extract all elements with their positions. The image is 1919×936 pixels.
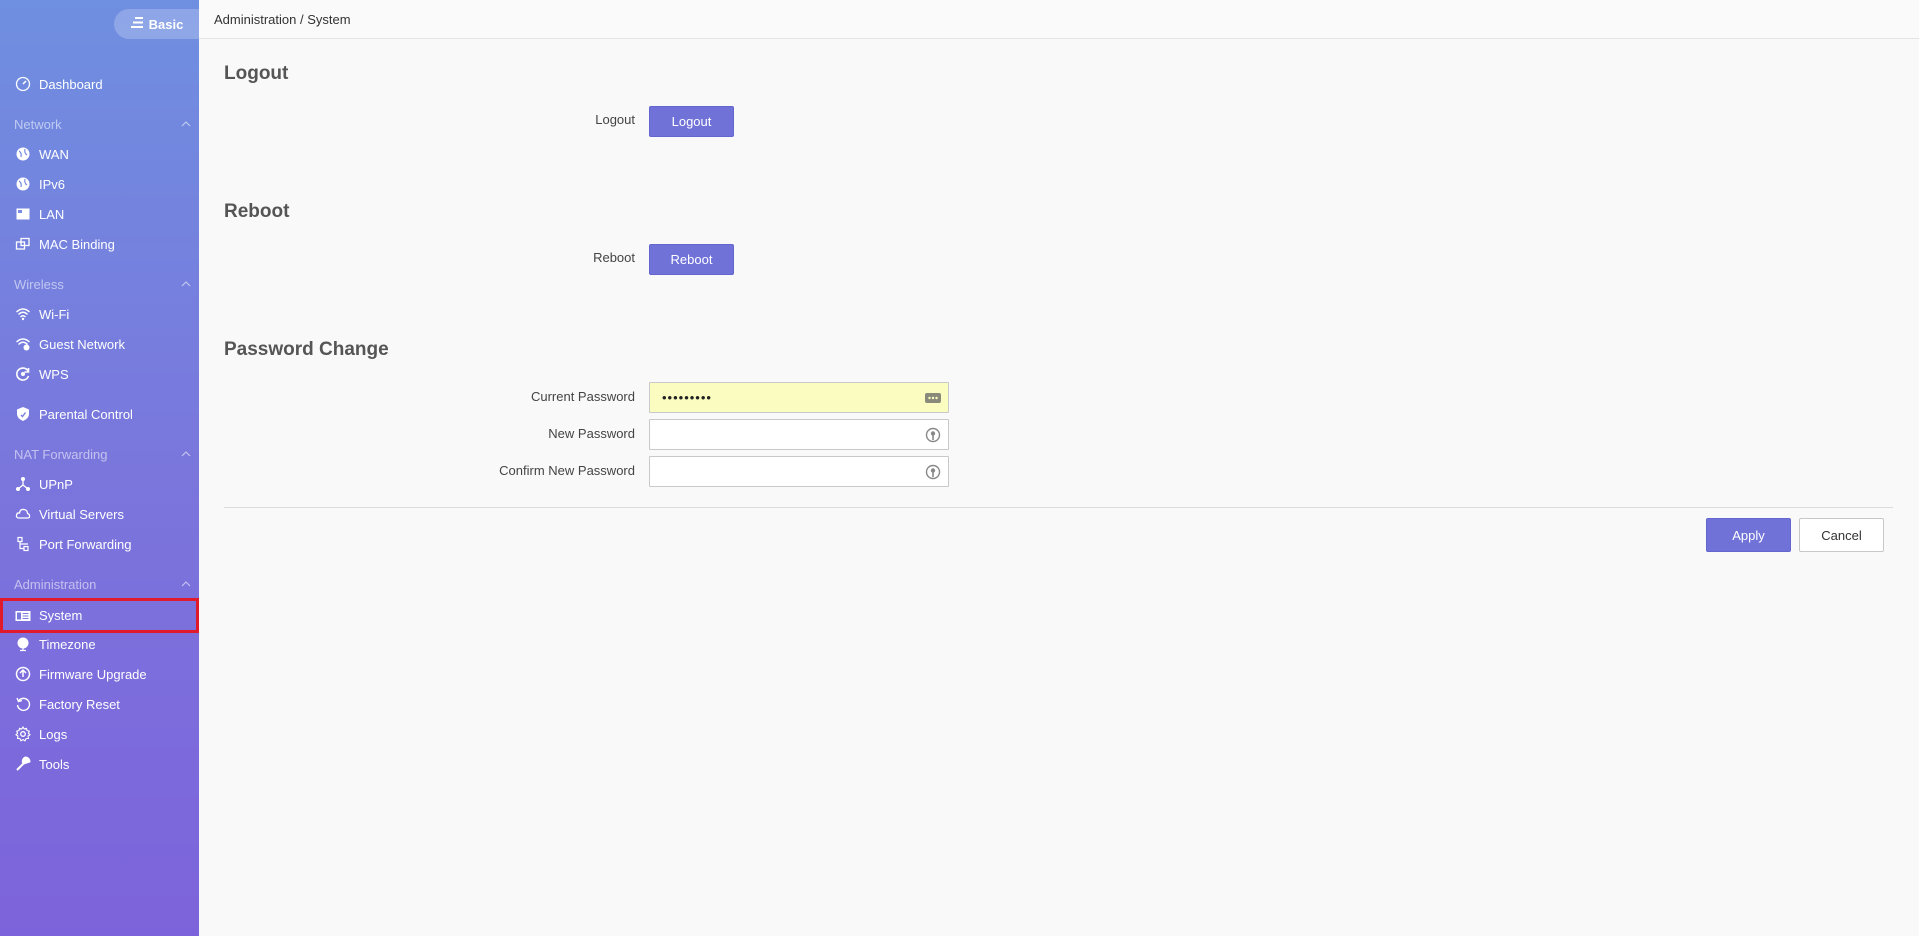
globe-stand-icon [14, 635, 32, 653]
sidebar-item-timezone[interactable]: Timezone [0, 631, 199, 657]
sidebar-item-label: Guest Network [39, 336, 125, 352]
sidebar-item-upnp[interactable]: UPnP [0, 471, 199, 497]
basic-mode-toggle[interactable]: Basic [114, 9, 200, 39]
sidebar-item-wps[interactable]: WPS [0, 361, 199, 387]
upnp-icon [14, 475, 32, 493]
key-icon[interactable] [924, 463, 942, 481]
new-password-field[interactable] [649, 419, 949, 450]
sidebar-item-port-forwarding[interactable]: Port Forwarding [0, 531, 199, 557]
key-icon[interactable] [924, 426, 942, 444]
section-wireless[interactable]: Wireless [0, 274, 199, 294]
sidebar-item-factory-reset[interactable]: Factory Reset [0, 691, 199, 717]
sidebar-item-label: UPnP [39, 476, 73, 492]
reboot-button[interactable]: Reboot [649, 244, 734, 275]
sidebar-item-label: IPv6 [39, 176, 66, 192]
sidebar-item-label: Dashboard [39, 76, 103, 92]
new-password-label: New Password [548, 426, 635, 441]
section-label: Network [14, 116, 62, 132]
wps-icon [14, 365, 32, 383]
password-manager-icon[interactable] [924, 389, 942, 407]
apply-button[interactable]: Apply [1706, 518, 1791, 552]
section-label: NAT Forwarding [14, 446, 108, 462]
sidebar-item-wifi[interactable]: Wi-Fi [0, 301, 199, 327]
sidebar-item-label: LAN [39, 206, 65, 222]
mode-label: Basic [148, 16, 184, 32]
sidebar: Basic Dashboard Network WAN IPv6 LAN MAC… [0, 0, 200, 936]
sidebar-item-label: Parental Control [39, 406, 133, 422]
logout-button[interactable]: Logout [649, 106, 734, 137]
divider [224, 507, 1893, 508]
system-icon [14, 607, 32, 625]
section-administration[interactable]: Administration [0, 574, 199, 594]
sidebar-item-firmware-upgrade[interactable]: Firmware Upgrade [0, 661, 199, 687]
sidebar-item-mac-binding[interactable]: MAC Binding [0, 231, 199, 257]
chevron-up-icon [181, 121, 191, 127]
firmware-upgrade-icon [14, 665, 32, 683]
mac-binding-icon [14, 235, 32, 253]
breadcrumb: Administration / System [214, 11, 351, 27]
sidebar-item-label: WAN [39, 146, 69, 162]
wrench-icon [14, 755, 32, 773]
sidebar-item-label: WPS [39, 366, 69, 382]
sidebar-item-label: Wi-Fi [39, 306, 70, 322]
port-forwarding-icon [14, 535, 32, 553]
gear-icon [14, 725, 32, 743]
guest-wifi-icon [14, 335, 32, 353]
sidebar-item-label: MAC Binding [39, 236, 115, 252]
sidebar-item-logs[interactable]: Logs [0, 721, 199, 747]
sidebar-item-label: Virtual Servers [39, 506, 125, 522]
sidebar-item-virtual-servers[interactable]: Virtual Servers [0, 501, 199, 527]
sidebar-item-wan[interactable]: WAN [0, 141, 199, 167]
current-password-label: Current Password [530, 389, 635, 404]
globe-icon [14, 175, 32, 193]
gauge-icon [14, 75, 32, 93]
sidebar-item-label: Tools [39, 756, 70, 772]
sidebar-item-dashboard[interactable]: Dashboard [0, 71, 199, 97]
sidebar-item-tools[interactable]: Tools [0, 751, 199, 777]
globe-icon [14, 145, 32, 163]
sidebar-item-label: Firmware Upgrade [39, 666, 147, 682]
sidebar-item-label: Factory Reset [39, 696, 120, 712]
main-content: Logout Logout Logout Reboot Reboot Reboo… [199, 39, 1919, 936]
sidebar-item-guest-network[interactable]: Guest Network [0, 331, 199, 357]
section-label: Administration [14, 576, 97, 592]
reset-icon [14, 695, 32, 713]
sidebar-item-ipv6[interactable]: IPv6 [0, 171, 199, 197]
wifi-icon [14, 305, 32, 323]
cloud-server-icon [14, 505, 32, 523]
sidebar-item-lan[interactable]: LAN [0, 201, 199, 227]
shield-icon [14, 405, 32, 423]
reboot-section-title: Reboot [224, 201, 290, 222]
logout-section-title: Logout [224, 63, 289, 84]
section-network[interactable]: Network [0, 114, 199, 134]
reboot-label: Reboot [593, 250, 635, 265]
list-icon [130, 17, 143, 31]
cancel-button[interactable]: Cancel [1799, 518, 1884, 552]
chevron-up-icon [181, 281, 191, 287]
sidebar-item-label: Logs [39, 726, 68, 742]
password-section-title: Password Change [224, 339, 389, 360]
section-label: Wireless [14, 276, 64, 292]
sidebar-item-label: System [39, 608, 83, 623]
chevron-up-icon [181, 451, 191, 457]
logout-label: Logout [595, 112, 635, 127]
sidebar-item-label: Port Forwarding [39, 536, 132, 552]
lan-icon [14, 205, 32, 223]
sidebar-item-parental-control[interactable]: Parental Control [0, 401, 199, 427]
topbar: Administration / System [199, 0, 1919, 39]
confirm-password-field[interactable] [649, 456, 949, 487]
confirm-password-label: Confirm New Password [499, 463, 635, 478]
chevron-up-icon [181, 581, 191, 587]
sidebar-item-label: Timezone [39, 636, 96, 652]
current-password-field[interactable] [649, 382, 949, 413]
section-nat-forwarding[interactable]: NAT Forwarding [0, 444, 199, 464]
sidebar-item-system[interactable]: System [0, 598, 199, 633]
